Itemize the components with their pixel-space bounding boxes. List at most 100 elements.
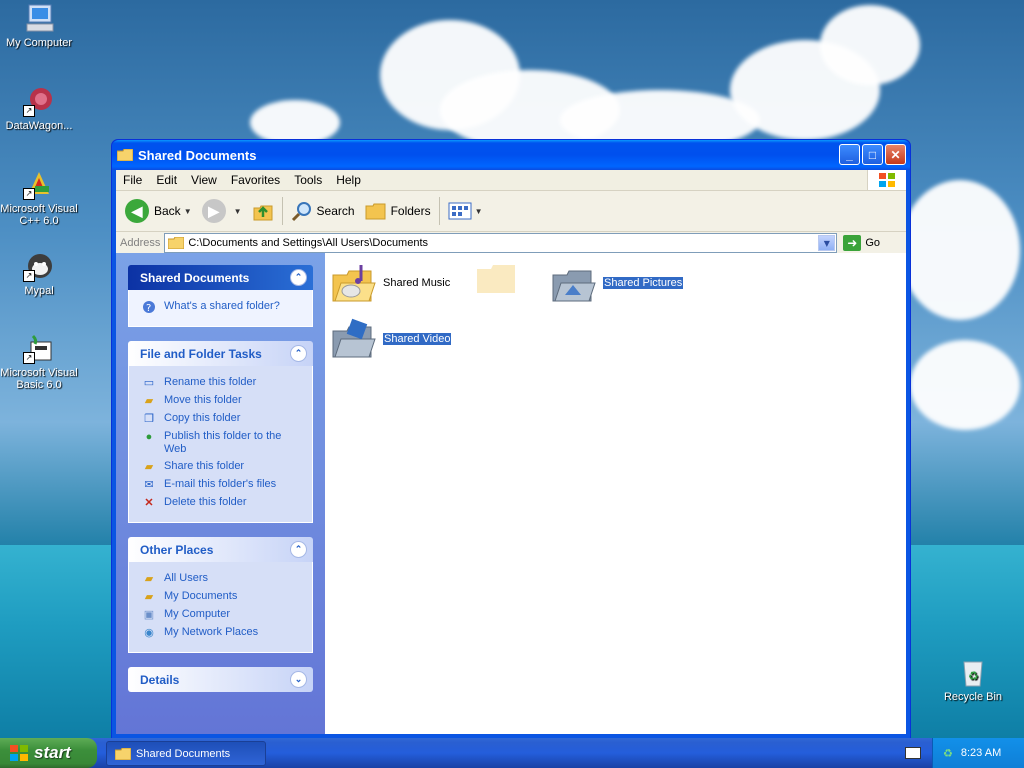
- link-label: What's a shared folder?: [164, 300, 280, 312]
- collapse-chevron-icon[interactable]: ⌃: [290, 345, 307, 362]
- copy-folder-link[interactable]: ❐ Copy this folder: [141, 412, 302, 426]
- address-input[interactable]: C:\Documents and Settings\All Users\Docu…: [164, 233, 838, 253]
- link-label: Copy this folder: [164, 412, 241, 424]
- panel-title: File and Folder Tasks: [140, 346, 262, 361]
- collapse-chevron-icon[interactable]: ⌃: [290, 269, 307, 286]
- menu-help[interactable]: Help: [329, 173, 368, 187]
- maximize-button[interactable]: □: [862, 144, 883, 165]
- windows-logo-icon: [867, 170, 906, 190]
- dropdown-arrow-icon: ▼: [474, 206, 483, 216]
- network-tray-icon[interactable]: ♻: [943, 747, 953, 760]
- desktop-icon-my-computer[interactable]: My Computer: [0, 2, 79, 49]
- desktop-icon-label: Mypal: [24, 285, 54, 297]
- panel-title: Shared Documents: [140, 270, 250, 285]
- share-folder-link[interactable]: ▰ Share this folder: [141, 460, 302, 474]
- rename-icon: ▭: [143, 376, 155, 389]
- copy-icon: ❐: [144, 412, 154, 425]
- views-button[interactable]: ▼: [443, 195, 488, 227]
- dropdown-arrow-icon: ▼: [183, 206, 192, 216]
- taskbar-item-shared-documents[interactable]: Shared Documents: [106, 741, 266, 766]
- link-label: Delete this folder: [164, 496, 247, 508]
- collapse-chevron-icon[interactable]: ⌃: [290, 541, 307, 558]
- datawagon-icon: ↗: [23, 85, 55, 117]
- rename-folder-link[interactable]: ▭ Rename this folder: [141, 376, 302, 390]
- details-panel: Details ⌄: [128, 667, 313, 692]
- share-folder-icon: ▰: [144, 460, 154, 473]
- publish-folder-link[interactable]: ● Publish this folder to the Web: [141, 430, 302, 456]
- computer-icon: ▣: [143, 608, 155, 621]
- what-is-shared-folder-link[interactable]: ? What's a shared folder?: [141, 300, 302, 314]
- item-label: Shared Music: [383, 277, 451, 289]
- explorer-window: Shared Documents _ □ ✕ File Edit View Fa…: [111, 139, 911, 739]
- globe-icon: ●: [145, 430, 153, 443]
- minimize-icon: _: [846, 147, 853, 162]
- start-label: start: [34, 743, 71, 762]
- desktop-icon-label: My Computer: [5, 37, 73, 49]
- taskbar-item-label: Shared Documents: [136, 747, 231, 760]
- move-folder-icon: ▰: [144, 394, 154, 407]
- views-icon: [448, 202, 472, 220]
- delete-folder-link[interactable]: ✕ Delete this folder: [141, 496, 302, 510]
- minimize-button[interactable]: _: [839, 144, 860, 165]
- svg-text:?: ?: [146, 303, 151, 314]
- file-folder-tasks-header[interactable]: File and Folder Tasks ⌃: [128, 341, 313, 366]
- move-folder-link[interactable]: ▰ Move this folder: [141, 394, 302, 408]
- computer-icon: [23, 2, 55, 34]
- visual-basic-icon: ↗: [23, 332, 55, 364]
- clock[interactable]: 8:23 AM: [961, 747, 1001, 759]
- desktop-icon-datawagon[interactable]: ↗ DataWagon...: [0, 85, 79, 132]
- folder-item-shared-video[interactable]: Shared Video: [331, 317, 453, 361]
- folder-item-shared-music[interactable]: Shared Music: [331, 261, 450, 305]
- back-button[interactable]: ◀ Back ▼: [120, 195, 197, 227]
- shortcut-arrow-icon: ↗: [23, 352, 35, 364]
- start-button[interactable]: start: [0, 738, 97, 768]
- folder-icon: [117, 149, 133, 161]
- address-dropdown-button[interactable]: ▼: [818, 235, 836, 251]
- up-folder-icon: [253, 205, 273, 221]
- task-pane: Shared Documents ⌃ ? What's a shared fol…: [116, 253, 325, 734]
- all-users-link[interactable]: ▰ All Users: [141, 572, 302, 586]
- desktop-icon-visual-basic[interactable]: ↗ Microsoft Visual Basic 6.0: [0, 332, 79, 391]
- expand-chevron-icon[interactable]: ⌄: [290, 671, 307, 688]
- title-bar[interactable]: Shared Documents _ □ ✕: [112, 140, 910, 170]
- desktop-icon-visual-cpp[interactable]: ↗ Microsoft Visual C++ 6.0: [0, 168, 79, 227]
- maximize-icon: □: [868, 147, 877, 162]
- desktop-icon-recycle-bin[interactable]: ♻ Recycle Bin: [933, 656, 1013, 703]
- taskbar: start Shared Documents ♻ 8:23 AM: [0, 738, 1024, 768]
- menu-tools[interactable]: Tools: [287, 173, 329, 187]
- folder-icon: [168, 237, 185, 249]
- go-button[interactable]: ➜ Go: [843, 235, 902, 251]
- shared-documents-panel-header[interactable]: Shared Documents ⌃: [128, 265, 313, 290]
- email-files-link[interactable]: ✉ E-mail this folder's files: [141, 478, 302, 492]
- separator: [438, 197, 440, 225]
- forward-button[interactable]: ▶ ▼: [197, 195, 247, 227]
- file-list-area[interactable]: Shared Music Shared Pictures Shared Vide…: [325, 253, 906, 734]
- link-label: Move this folder: [164, 394, 242, 406]
- link-label: E-mail this folder's files: [164, 478, 277, 490]
- shared-documents-panel: Shared Documents ⌃ ? What's a shared fol…: [128, 265, 313, 327]
- menu-file[interactable]: File: [116, 173, 149, 187]
- network-icon: ◉: [144, 626, 154, 639]
- visual-cpp-icon: ↗: [23, 168, 55, 200]
- up-folder-button[interactable]: [247, 195, 279, 227]
- folder-item-shared-pictures[interactable]: Shared Pictures: [551, 261, 685, 305]
- my-documents-link[interactable]: ▰ My Documents: [141, 590, 302, 604]
- menu-view[interactable]: View: [184, 173, 224, 187]
- link-label: Rename this folder: [164, 376, 257, 388]
- cloud: [910, 340, 1020, 430]
- my-network-places-link[interactable]: ◉ My Network Places: [141, 626, 302, 640]
- menu-favorites[interactable]: Favorites: [224, 173, 287, 187]
- windows-flag-icon: [10, 745, 28, 761]
- desktop-icon-mypal[interactable]: ↗ Mypal: [0, 250, 79, 297]
- keyboard-icon[interactable]: [905, 747, 921, 759]
- menu-bar: File Edit View Favorites Tools Help: [116, 170, 906, 191]
- other-places-header[interactable]: Other Places ⌃: [128, 537, 313, 562]
- search-button[interactable]: Search: [286, 195, 360, 227]
- folders-button[interactable]: Folders: [360, 195, 436, 227]
- menu-edit[interactable]: Edit: [149, 173, 184, 187]
- address-label: Address: [120, 237, 161, 249]
- details-header[interactable]: Details ⌄: [128, 667, 313, 692]
- close-button[interactable]: ✕: [885, 144, 906, 165]
- my-computer-link[interactable]: ▣ My Computer: [141, 608, 302, 622]
- other-places-panel: Other Places ⌃ ▰ All Users ▰ My Documents …: [128, 537, 313, 653]
